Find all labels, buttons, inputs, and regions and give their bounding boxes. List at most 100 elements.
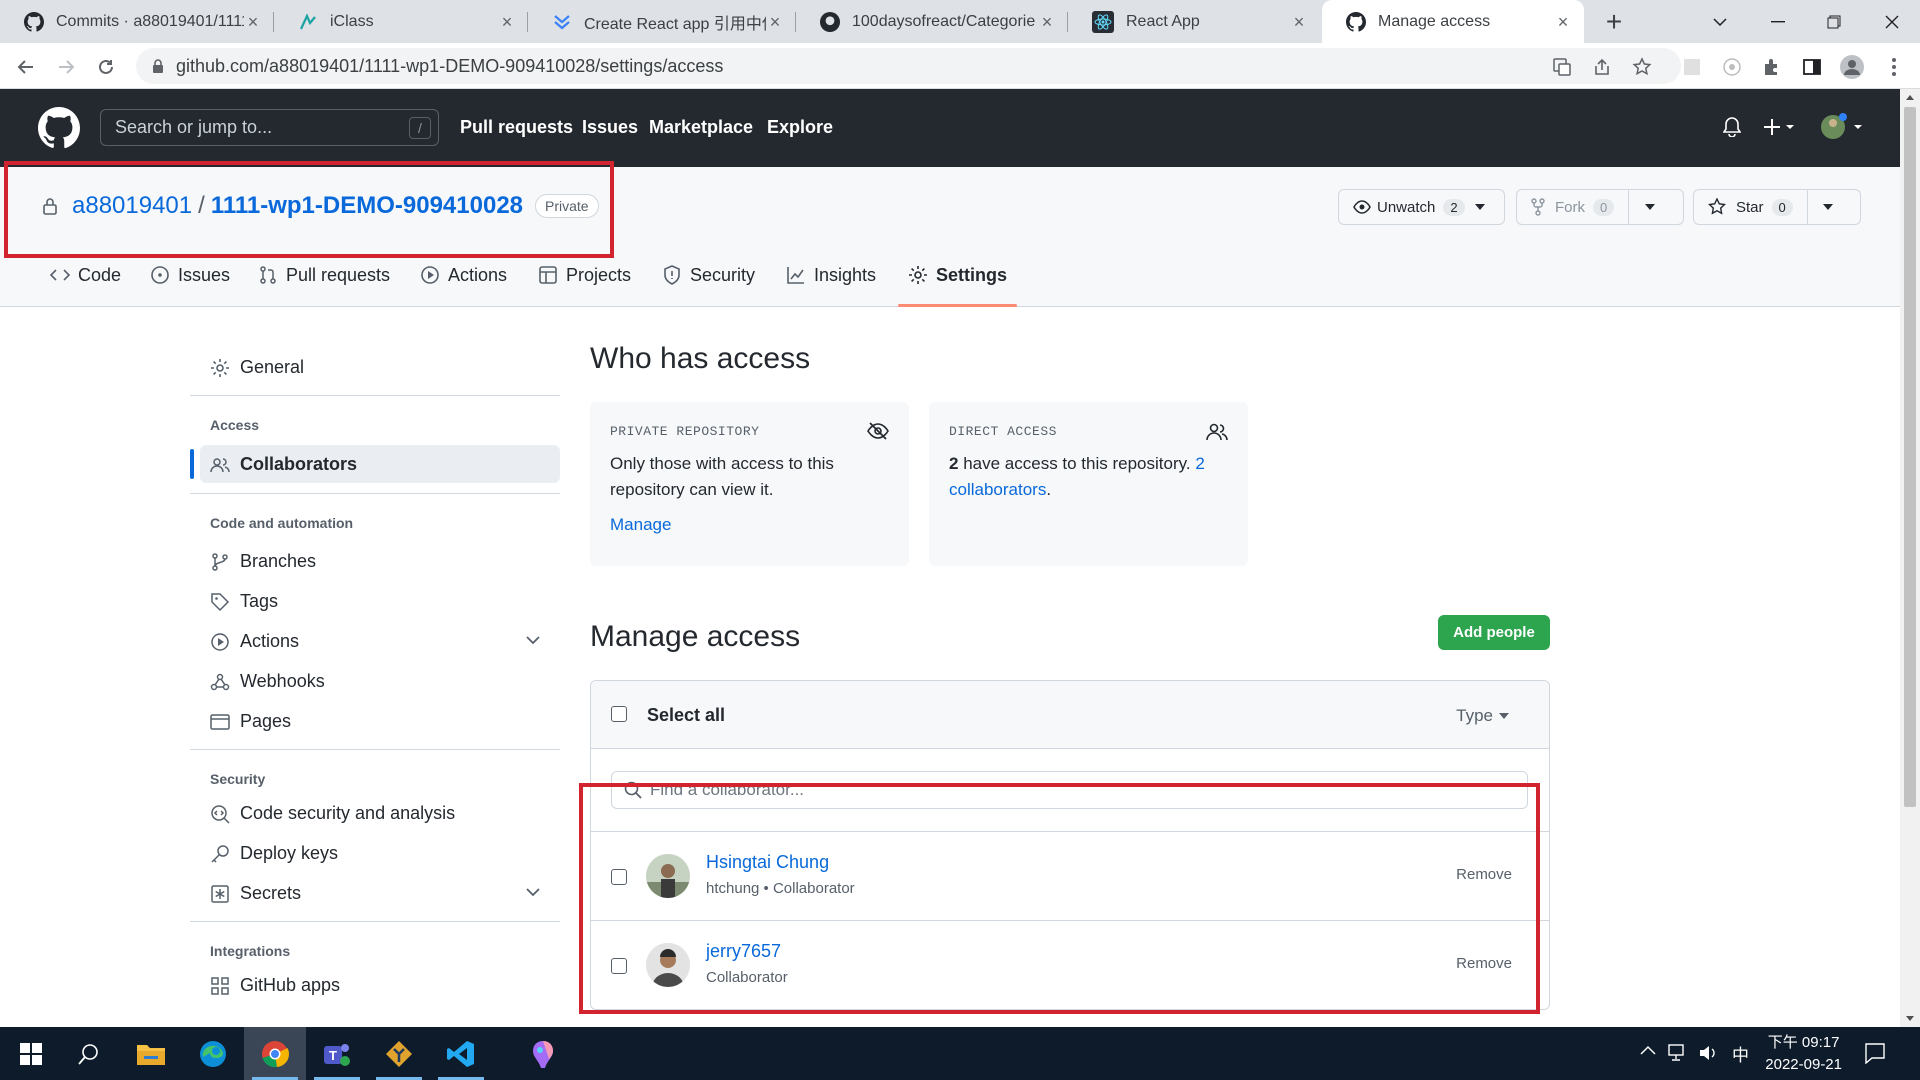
nav-issues[interactable]: Issues xyxy=(582,117,638,138)
restore-button[interactable] xyxy=(1806,0,1862,43)
sidebar-item-deploy-keys[interactable]: Deploy keys xyxy=(210,843,338,864)
lock-icon[interactable] xyxy=(152,59,164,73)
sourcetree-git-icon[interactable] xyxy=(368,1027,430,1080)
sidebar-item-github-apps[interactable]: GitHub apps xyxy=(210,975,340,996)
chrome-browser-icon[interactable] xyxy=(244,1027,306,1080)
page-scrollbar[interactable] xyxy=(1900,89,1920,1027)
browser-tab-100days[interactable]: 100daysofreact/Categorie × xyxy=(796,0,1068,43)
github-icon xyxy=(820,11,840,32)
new-tab-button[interactable]: + xyxy=(1598,6,1630,38)
more-menu-icon[interactable] xyxy=(1880,53,1908,81)
chevron-down-icon[interactable] xyxy=(526,636,540,645)
sidebar-item-pages[interactable]: Pages xyxy=(210,711,291,732)
paint-app-icon[interactable] xyxy=(512,1027,574,1080)
file-explorer-icon[interactable] xyxy=(120,1027,182,1080)
tab-actions[interactable]: Actions xyxy=(420,265,507,307)
address-bar[interactable]: github.com/a88019401/1111-wp1-DEMO-90941… xyxy=(136,48,1681,84)
chevron-down-icon[interactable] xyxy=(1806,190,1849,224)
sidebar-item-collaborators[interactable]: Collaborators xyxy=(210,454,357,475)
scrollbar-thumb[interactable] xyxy=(1904,107,1916,807)
fork-button[interactable]: Fork 0 xyxy=(1516,189,1684,225)
sidebar-heading-access: Access xyxy=(210,417,260,433)
type-filter-label: Type xyxy=(1456,706,1493,725)
github-header: Search or jump to... / Pull requests Iss… xyxy=(0,89,1900,167)
sidebar-item-label: Collaborators xyxy=(240,454,358,474)
profile-icon[interactable] xyxy=(1838,53,1866,81)
tab-pull-requests[interactable]: Pull requests xyxy=(258,265,390,307)
chevron-up-icon[interactable] xyxy=(1640,1045,1656,1055)
reload-button[interactable] xyxy=(90,51,122,83)
vscode-icon[interactable] xyxy=(430,1027,492,1080)
translate-icon[interactable] xyxy=(1548,53,1576,81)
tab-insights[interactable]: Insights xyxy=(786,265,876,307)
graph-icon xyxy=(786,265,806,285)
sidebar-item-actions[interactable]: Actions xyxy=(210,631,299,652)
browser-tab-create-react[interactable]: Create React app 引用中使 × xyxy=(528,0,796,43)
tab-label: Issues xyxy=(178,265,231,285)
close-icon[interactable]: × xyxy=(1290,13,1308,31)
unwatch-button[interactable]: Unwatch 2 xyxy=(1338,189,1505,225)
close-icon[interactable]: × xyxy=(1038,13,1056,31)
nav-pull-requests[interactable]: Pull requests xyxy=(460,117,573,138)
tab-security[interactable]: Security xyxy=(662,265,755,307)
network-icon[interactable] xyxy=(1668,1043,1688,1063)
system-clock[interactable]: 下午 09:17 2022-09-21 xyxy=(1765,1032,1842,1076)
sidebar-item-general[interactable]: General xyxy=(210,357,304,378)
nav-explore[interactable]: Explore xyxy=(767,117,833,138)
sidebar-item-webhooks[interactable]: Webhooks xyxy=(210,671,325,692)
sidebar-item-secrets[interactable]: Secrets xyxy=(210,883,301,904)
sidebar-item-tags[interactable]: Tags xyxy=(210,591,278,612)
bell-icon[interactable] xyxy=(1723,117,1741,137)
browser-tab-react-app[interactable]: React App × xyxy=(1068,0,1320,43)
sidebar-item-code-security[interactable]: Code security and analysis xyxy=(210,803,455,824)
extension-icon[interactable] xyxy=(1718,53,1746,81)
forward-button[interactable] xyxy=(50,51,82,83)
sidebar-item-label: Branches xyxy=(240,551,317,571)
manage-link[interactable]: Manage xyxy=(610,515,671,534)
browser-tab-manage-access[interactable]: Manage access × xyxy=(1322,0,1584,43)
add-people-button[interactable]: Add people xyxy=(1438,615,1550,650)
chevron-down-icon[interactable] xyxy=(1628,190,1670,224)
clock-date: 2022-09-21 xyxy=(1765,1056,1842,1073)
close-icon[interactable]: × xyxy=(498,13,516,31)
card-label: DIRECT ACCESS xyxy=(949,424,1057,439)
star-button[interactable]: Star 0 xyxy=(1693,189,1861,225)
browser-tab-commits[interactable]: Commits · a88019401/1111 × xyxy=(0,0,274,43)
puzzle-icon[interactable] xyxy=(1758,53,1786,81)
tab-projects[interactable]: Projects xyxy=(538,265,631,307)
tab-code[interactable]: Code xyxy=(50,265,121,307)
close-window-button[interactable] xyxy=(1864,0,1920,43)
search-input[interactable]: Search or jump to... / xyxy=(100,109,439,146)
chevron-down-icon[interactable] xyxy=(1474,204,1485,210)
nav-marketplace[interactable]: Marketplace xyxy=(649,117,753,138)
bookmark-star-icon[interactable] xyxy=(1628,53,1656,81)
teams-icon[interactable]: T xyxy=(306,1027,368,1080)
back-button[interactable] xyxy=(10,51,42,83)
ime-indicator[interactable]: 中 xyxy=(1732,1041,1749,1066)
sidebar-item-branches[interactable]: Branches xyxy=(210,551,316,572)
close-icon[interactable]: × xyxy=(1554,13,1572,31)
type-filter-dropdown[interactable]: Type xyxy=(1456,706,1509,726)
highlight-box xyxy=(4,161,614,258)
share-icon[interactable] xyxy=(1588,53,1616,81)
close-icon[interactable]: × xyxy=(766,13,784,31)
create-new-plus-icon[interactable] xyxy=(1764,118,1798,136)
tab-search-button[interactable] xyxy=(1692,0,1748,43)
user-avatar-menu[interactable] xyxy=(1820,113,1862,141)
select-all-checkbox[interactable] xyxy=(611,706,627,722)
minimize-button[interactable] xyxy=(1750,0,1806,43)
tab-settings[interactable]: Settings xyxy=(897,265,1018,307)
close-icon[interactable]: × xyxy=(244,13,262,31)
browser-tab-iclass[interactable]: iClass × xyxy=(274,0,528,43)
side-panel-icon[interactable] xyxy=(1798,53,1826,81)
tab-issues[interactable]: Issues xyxy=(150,265,230,307)
notification-icon[interactable] xyxy=(1864,1042,1886,1064)
extension-icon[interactable] xyxy=(1678,53,1706,81)
windows-start-icon[interactable] xyxy=(0,1027,62,1080)
chevron-down-icon[interactable] xyxy=(526,888,540,897)
play-circle-icon xyxy=(420,265,440,285)
search-icon[interactable] xyxy=(58,1027,120,1080)
volume-icon[interactable] xyxy=(1698,1043,1718,1063)
edge-browser-icon[interactable] xyxy=(182,1027,244,1080)
github-logo-icon[interactable] xyxy=(38,107,80,149)
